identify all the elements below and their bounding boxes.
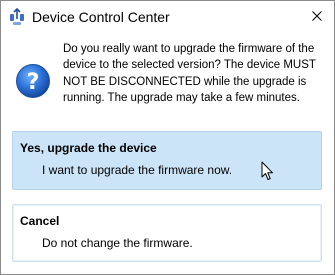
cancel-option-description: Do not change the firmware.	[42, 236, 193, 250]
svg-text:?: ?	[27, 70, 40, 95]
upgrade-option-description: I want to upgrade the firmware now.	[42, 163, 233, 177]
cancel-button[interactable]: Cancel Do not change the firmware.	[12, 204, 322, 262]
close-icon	[312, 11, 322, 21]
dialog-window: Device Control Center ? Do you really wa…	[0, 0, 335, 275]
title-bar[interactable]: Device Control Center	[1, 1, 334, 33]
question-icon: ?	[16, 64, 50, 98]
dialog-message: Do you really want to upgrade the firmwa…	[63, 43, 316, 105]
upgrade-device-button[interactable]: Yes, upgrade the device I want to upgrad…	[12, 131, 322, 190]
close-button[interactable]	[306, 5, 328, 27]
window-title: Device Control Center	[32, 9, 170, 25]
device-app-icon	[10, 8, 24, 25]
upgrade-option-title: Yes, upgrade the device	[20, 141, 157, 155]
cancel-option-title: Cancel	[20, 214, 60, 228]
